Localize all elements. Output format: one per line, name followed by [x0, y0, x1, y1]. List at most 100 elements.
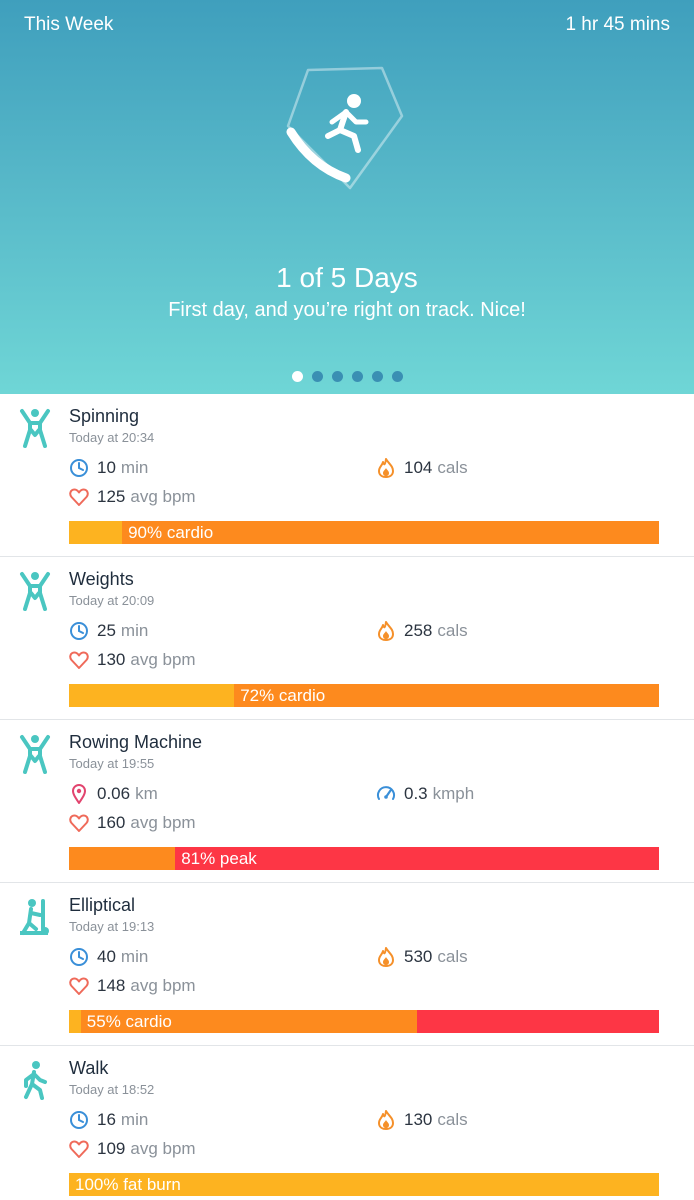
clock-icon	[69, 1110, 97, 1130]
stat-unit: cals	[437, 1110, 468, 1129]
zone-segment	[69, 521, 123, 544]
activity-name: Elliptical	[69, 895, 136, 915]
stat-value: 0.3	[404, 784, 428, 803]
flame-icon	[376, 458, 404, 478]
clock-icon	[69, 458, 97, 478]
zone-segment	[69, 1010, 81, 1033]
activity-stat: 530 cals	[376, 947, 468, 967]
heart-rate-zone-bar: 81% peak	[69, 847, 659, 870]
stat-unit: cals	[437, 947, 468, 966]
activity-stat: 16 min	[69, 1110, 148, 1130]
flame-icon	[376, 1110, 404, 1130]
activity-stat: 10 min	[69, 458, 148, 478]
running-person-shield-icon	[286, 66, 404, 190]
period-title: This Week	[24, 14, 114, 35]
activity-stat: 160 avg bpm	[69, 813, 196, 833]
arms-up-person-icon	[18, 408, 52, 448]
page-dot[interactable]	[311, 371, 323, 382]
zone-segment	[69, 684, 235, 707]
page-dot[interactable]	[351, 371, 363, 382]
weekly-summary-header: This Week 1 hr 45 mins 1 of 5 Days First…	[0, 0, 694, 394]
activity-name: Rowing Machine	[69, 732, 203, 752]
heart-icon	[69, 650, 97, 670]
zone-label: 55% cardio	[86, 1012, 172, 1031]
stat-unit: cals	[437, 621, 468, 640]
location-pin-icon	[69, 784, 97, 804]
stat-unit: avg bpm	[130, 1139, 196, 1158]
page-dot[interactable]	[331, 371, 343, 382]
zone-label: 100% fat burn	[75, 1175, 181, 1194]
activity-stat: 109 avg bpm	[69, 1139, 196, 1159]
arms-up-person-icon	[18, 571, 52, 611]
heart-rate-zone-bar: 90% cardio	[69, 521, 659, 544]
stat-value: 530	[404, 947, 433, 966]
activity-card[interactable]: Walk Today at 18:52 16 min 130 cals 109 avg bpm…	[0, 1046, 694, 1200]
stat-value: 130	[404, 1110, 433, 1129]
activity-stat: 40 min	[69, 947, 148, 967]
activity-card[interactable]: Weights Today at 20:09 25 min 258 cals 130 avg …	[0, 557, 694, 720]
heart-rate-zone-bar: 55% cardio	[69, 1010, 659, 1033]
walking-person-icon	[18, 1060, 52, 1100]
stat-value: 25	[97, 621, 116, 640]
stat-unit: avg bpm	[130, 813, 196, 832]
stat-unit: km	[135, 784, 158, 803]
zone-segment	[69, 847, 176, 870]
clock-icon	[69, 621, 97, 641]
zone-label: 72% cardio	[240, 686, 326, 705]
stat-value: 16	[97, 1110, 116, 1129]
stat-unit: cals	[437, 458, 468, 477]
activity-stat: 104 cals	[376, 458, 468, 478]
activity-time: Today at 19:13	[69, 919, 155, 934]
activity-time: Today at 20:09	[69, 593, 155, 608]
heart-rate-zone-bar: 100% fat burn	[69, 1173, 659, 1196]
activity-name: Weights	[69, 569, 134, 589]
flame-icon	[376, 621, 404, 641]
activity-stat: 25 min	[69, 621, 148, 641]
page-indicator[interactable]	[0, 371, 694, 382]
activity-name: Walk	[69, 1058, 109, 1078]
stat-value: 40	[97, 947, 116, 966]
stat-value: 258	[404, 621, 433, 640]
stat-unit: min	[120, 458, 149, 477]
stat-value: 125	[97, 487, 126, 506]
heart-rate-zone-bar: 72% cardio	[69, 684, 659, 707]
page-dot[interactable]	[291, 371, 303, 382]
stat-value: 160	[97, 813, 126, 832]
activity-card[interactable]: Rowing Machine Today at 19:55 0.06 km 0.3 kmp…	[0, 720, 694, 883]
heart-icon	[69, 813, 97, 833]
activity-time: Today at 20:34	[69, 430, 155, 445]
activity-card[interactable]: Elliptical Today at 19:13 40 min 530 cals 148 a…	[0, 883, 694, 1046]
activity-stat: 258 cals	[376, 621, 468, 641]
activity-name: Spinning	[69, 406, 140, 426]
heart-icon	[69, 976, 97, 996]
zone-segment	[417, 1010, 659, 1033]
zone-label: 81% peak	[181, 849, 257, 868]
stat-unit: avg bpm	[130, 650, 196, 669]
activity-stat: 125 avg bpm	[69, 487, 196, 507]
heart-icon	[69, 1139, 97, 1159]
activity-stat: 130 avg bpm	[69, 650, 196, 670]
stat-value: 104	[404, 458, 433, 477]
stat-value: 109	[97, 1139, 126, 1158]
stat-value: 148	[97, 976, 126, 995]
stat-unit: avg bpm	[130, 487, 196, 506]
activity-card[interactable]: Spinning Today at 20:34 10 min 104 cals 125 avg…	[0, 394, 694, 557]
activity-stat: 0.3 kmph	[376, 784, 474, 804]
page-dot[interactable]	[391, 371, 403, 382]
speedometer-icon	[376, 784, 404, 804]
elliptical-machine-icon	[18, 897, 52, 937]
total-duration: 1 hr 45 mins	[565, 14, 670, 35]
stat-unit: min	[120, 621, 149, 640]
clock-icon	[69, 947, 97, 967]
zone-label: 90% cardio	[128, 523, 214, 542]
heart-icon	[69, 487, 97, 507]
activity-list: Spinning Today at 20:34 10 min 104 cals 125 avg…	[0, 394, 694, 1200]
activity-stat: 0.06 km	[69, 784, 158, 804]
flame-icon	[376, 947, 404, 967]
stat-value: 130	[97, 650, 126, 669]
page-dot[interactable]	[371, 371, 383, 382]
stat-unit: avg bpm	[130, 976, 196, 995]
activity-time: Today at 19:55	[69, 756, 155, 771]
streak-message: First day, and you’re right on track. Ni…	[168, 299, 526, 321]
stat-unit: min	[120, 947, 149, 966]
